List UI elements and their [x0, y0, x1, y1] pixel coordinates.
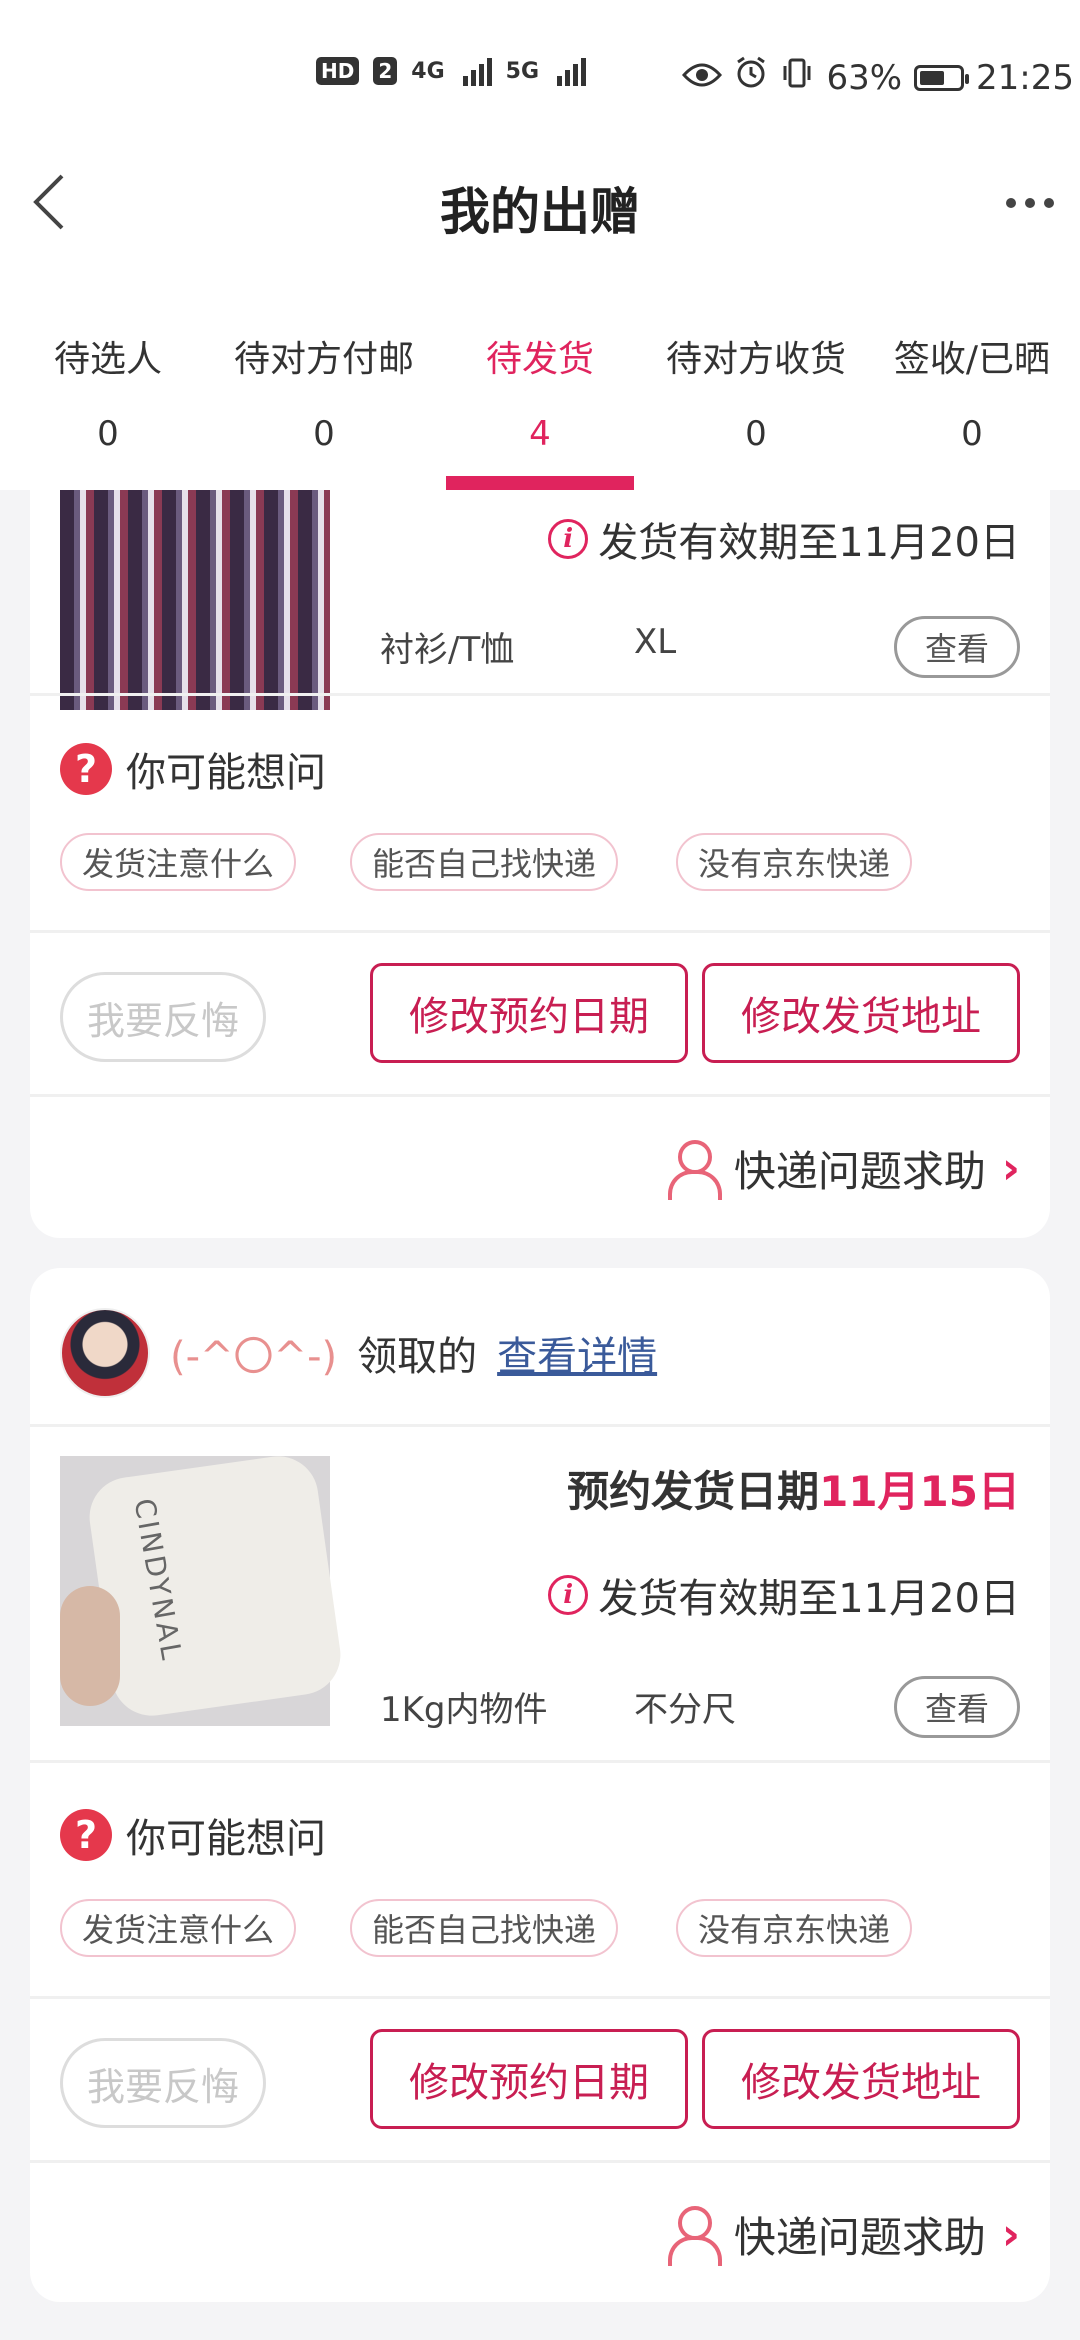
signal-icon: [557, 56, 587, 86]
nav-bar: 我的出赠: [0, 150, 1080, 300]
chevron-right-icon: ›: [1001, 1143, 1020, 1194]
clock: 21:25: [976, 57, 1074, 98]
tab-count: 0: [97, 414, 119, 454]
category-text: 衬衫/T恤: [380, 630, 515, 670]
view-button[interactable]: 查看: [894, 616, 1020, 678]
info-icon: i: [548, 1575, 589, 1615]
status-bar: HD 2 4G 5G 63% 21:25: [0, 0, 1080, 150]
hand: [60, 1586, 120, 1706]
gift-card: (-^〇^-) 领取的 查看详情 CINDYNAL 预约发货日期11月15日 i…: [30, 1268, 1050, 2302]
hd-icon: HD: [316, 57, 360, 85]
faq-title: 你可能想问: [126, 1816, 326, 1862]
size-text: 不分尺: [634, 1690, 736, 1730]
network-5g-label: 5G: [505, 58, 540, 84]
faq-chip[interactable]: 能否自己找快递: [350, 833, 619, 891]
tab-label: 签收/已晒: [893, 339, 1051, 380]
tab-count: 4: [529, 414, 551, 454]
giver-row: (-^〇^-) 领取的 查看详情: [60, 1308, 657, 1398]
eye-icon: [682, 58, 723, 98]
status-left: HD 2 4G 5G: [316, 56, 587, 86]
question-icon: ?: [60, 1809, 112, 1861]
tab-count: 0: [313, 414, 335, 454]
battery-percent: 63%: [826, 57, 903, 98]
courier-help-link[interactable]: 快递问题求助 ›: [666, 2204, 1020, 2266]
gift-card: i 发货有效期至11月20日 衬衫/T恤 XL 查看 ? 你可能想问 发货注意什…: [30, 440, 1050, 1238]
help-text: 快递问题求助: [733, 1147, 986, 1196]
faq-chip[interactable]: 发货注意什么: [60, 833, 297, 891]
help-text: 快递问题求助: [733, 2213, 986, 2262]
signal-icon: [462, 56, 492, 86]
faq-chip[interactable]: 没有京东快递: [676, 1899, 913, 1957]
person-icon: [666, 2205, 722, 2266]
view-button[interactable]: 查看: [894, 1676, 1020, 1738]
tab-signed-shared[interactable]: 签收/已晒 0: [864, 300, 1080, 490]
deadline-text: 发货有效期至11月20日: [598, 520, 1020, 566]
size-text: XL: [634, 622, 677, 662]
sim-icon: 2: [373, 57, 398, 85]
alarm-icon: [734, 56, 768, 99]
tab-active-indicator: [446, 476, 634, 490]
change-address-button[interactable]: 修改发货地址: [702, 2029, 1020, 2129]
divider: [30, 693, 1050, 696]
giver-suffix: 领取的: [357, 1334, 478, 1380]
deadline-text: 发货有效期至11月20日: [598, 1576, 1020, 1622]
divider: [30, 2160, 1050, 2163]
battery-fill: [920, 70, 945, 85]
divider: [30, 1094, 1050, 1097]
category-text: 1Kg内物件: [380, 1690, 548, 1730]
reserve-date-line: 预约发货日期11月15日: [567, 1458, 1020, 1519]
tab-await-shipping[interactable]: 待发货 4: [432, 300, 648, 490]
chevron-right-icon: ›: [1001, 2209, 1020, 2260]
faq-chip[interactable]: 没有京东快递: [676, 833, 913, 891]
reserve-label: 预约发货日期: [567, 1467, 820, 1516]
tab-count: 0: [961, 414, 983, 454]
giver-name: (-^〇^-): [170, 1334, 338, 1380]
tab-count: 0: [745, 414, 767, 454]
change-date-button[interactable]: 修改预约日期: [370, 2029, 688, 2129]
deadline-line: i 发货有效期至11月20日: [548, 1566, 1020, 1624]
network-4g-label: 4G: [411, 58, 445, 84]
faq-header: ? 你可能想问: [60, 1806, 326, 1864]
change-address-button[interactable]: 修改发货地址: [702, 963, 1020, 1063]
change-date-button[interactable]: 修改预约日期: [370, 963, 688, 1063]
deadline-line: i 发货有效期至11月20日: [548, 510, 1020, 568]
faq-header: ? 你可能想问: [60, 740, 326, 798]
page-title: 我的出赠: [440, 183, 640, 241]
divider: [30, 930, 1050, 933]
divider: [30, 1424, 1050, 1427]
jar-lid: [84, 1451, 346, 1721]
person-icon: [666, 1139, 722, 1200]
avatar[interactable]: [60, 1308, 150, 1398]
tab-label: 待发货: [485, 339, 594, 380]
info-icon: i: [548, 519, 589, 559]
tab-await-postage[interactable]: 待对方付邮 0: [216, 300, 432, 490]
tab-bar: 待选人 0 待对方付邮 0 待发货 4 待对方收货 0 签收/已晒 0: [0, 300, 1080, 490]
view-details-link[interactable]: 查看详情: [497, 1324, 657, 1382]
vibrate-icon: [780, 56, 814, 99]
divider: [30, 1996, 1050, 1999]
faq-title: 你可能想问: [126, 750, 326, 796]
faq-chip[interactable]: 发货注意什么: [60, 1899, 297, 1957]
faq-chip[interactable]: 能否自己找快递: [350, 1899, 619, 1957]
battery-icon: [914, 64, 970, 91]
product-image[interactable]: CINDYNAL: [60, 1451, 346, 1726]
tab-label: 待选人: [53, 339, 162, 380]
regret-button[interactable]: 我要反悔: [60, 2038, 266, 2128]
reserve-date: 11月15日: [819, 1467, 1020, 1516]
tab-label: 待对方付邮: [233, 339, 414, 380]
courier-help-link[interactable]: 快递问题求助 ›: [666, 1138, 1020, 1200]
tab-select-person[interactable]: 待选人 0: [0, 300, 216, 490]
status-right: 63% 21:25: [660, 56, 1080, 99]
tab-label: 待对方收货: [665, 339, 846, 380]
question-icon: ?: [60, 743, 112, 795]
tab-await-receipt[interactable]: 待对方收货 0: [648, 300, 864, 490]
regret-button[interactable]: 我要反悔: [60, 972, 266, 1062]
more-button[interactable]: [1006, 198, 1054, 208]
divider: [30, 1760, 1050, 1763]
